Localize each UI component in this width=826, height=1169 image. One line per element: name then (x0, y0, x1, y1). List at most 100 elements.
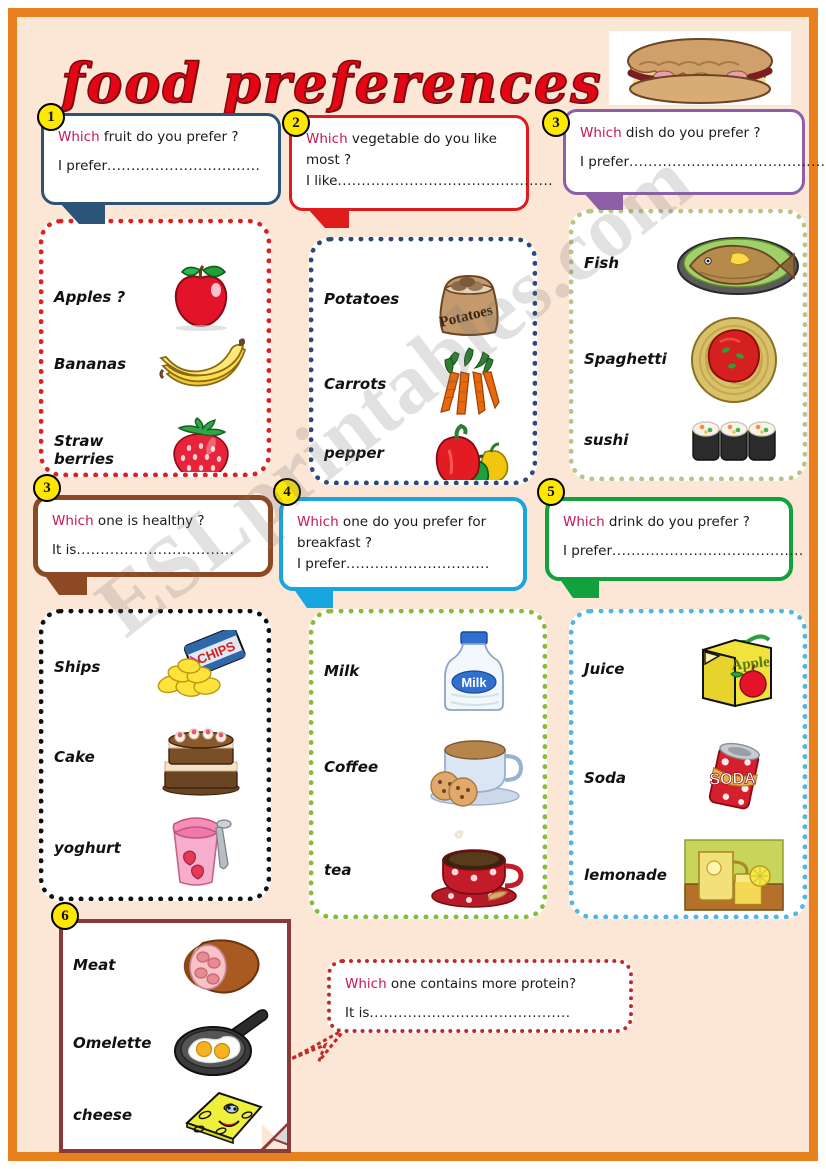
which-keyword: Which (297, 514, 339, 530)
answer-prefix: I prefer (563, 542, 613, 559)
which-keyword: Which (58, 129, 100, 145)
answer-dots: ................................. (76, 541, 235, 558)
answer-prefix: It is (52, 541, 77, 558)
item-label: Carrots (324, 375, 387, 393)
item-label: pepper (324, 444, 384, 462)
answer-prefix: I prefer (58, 157, 108, 174)
sushi-icon (676, 412, 792, 468)
fish-plate-icon (676, 226, 800, 300)
page-title: food preferences (60, 50, 603, 116)
answer-line-5[interactable]: I prefer.............................. (297, 554, 511, 575)
fried-eggs-pan-icon (165, 1007, 277, 1079)
item-label: Spaghetti (584, 350, 667, 368)
answer-line-4[interactable]: It is................................. (52, 540, 256, 561)
which-keyword: Which (52, 513, 94, 529)
badge-7: 6 (51, 902, 79, 930)
question-rest: one contains more protein? (386, 976, 577, 992)
banana-icon (146, 334, 256, 394)
badge-1: 1 (37, 103, 65, 131)
spaghetti-icon (676, 314, 792, 404)
lemonade-icon (676, 836, 792, 914)
question-rest: dish do you prefer ? (621, 125, 761, 141)
picture-card-dishes: Fish Spaghetti sushi (569, 209, 807, 481)
answer-line-6[interactable]: I prefer................................… (563, 541, 803, 562)
carrots-icon (416, 346, 522, 422)
item-label: Meat (73, 956, 116, 974)
strawberry-icon (146, 416, 256, 472)
bubble-tail-2 (307, 208, 349, 228)
answer-dots: ........................................… (369, 1004, 571, 1021)
item-label: cheese (73, 1106, 133, 1124)
bubble-tail-1 (59, 202, 105, 224)
answer-dots: ................................ (107, 157, 261, 174)
question-rest: fruit do you prefer ? (99, 129, 239, 145)
item-label: Ships (54, 658, 101, 676)
picture-card-vegetables: Potatoes Potatoes Carrots pepper (309, 237, 537, 485)
question-text-4: Which one is healthy ? (52, 511, 256, 532)
svg-text:SODA: SODA (709, 770, 756, 789)
question-rest: vegetable do you like (347, 131, 497, 147)
sandwich-clipart (609, 31, 791, 105)
question-text-5-line2: breakfast ? (297, 534, 373, 551)
which-keyword: Which (580, 125, 622, 141)
page-frame: food preferences 1 2 3 3 4 5 6 Which fru… (8, 8, 825, 1161)
picture-card-snacks: Ships CHIPS Cake yoghurt (39, 609, 271, 901)
question-text-6: Which drink do you prefer ? (563, 512, 777, 533)
answer-prefix: I prefer (297, 555, 347, 572)
badge-6: 5 (537, 478, 565, 506)
answer-dots: ........................................… (629, 153, 826, 170)
question-rest: one is healthy ? (93, 513, 205, 529)
answer-prefix: It is (345, 1004, 370, 1021)
item-label: lemonade (584, 866, 667, 884)
badge-5: 4 (273, 478, 301, 506)
item-label: Potatoes (324, 290, 400, 308)
question-text-2-line2: most ? (306, 151, 352, 168)
question-text-7: Which one contains more protein? (345, 974, 617, 995)
juice-box-icon: Apple (676, 628, 792, 710)
bubble-tail-7 (285, 1027, 345, 1062)
question-bubble-7: Which one contains more protein? It is..… (327, 959, 633, 1033)
item-label: Cake (54, 748, 95, 766)
answer-prefix: I like (306, 172, 338, 189)
answer-dots: ........................................ (612, 542, 804, 559)
item-label: Milk (324, 662, 360, 680)
item-label: sushi (584, 431, 629, 449)
answer-line-3[interactable]: I prefer................................… (580, 152, 825, 173)
coffee-cup-icon (416, 724, 532, 810)
question-bubble-3: Which dish do you prefer ? I prefer.....… (563, 109, 825, 195)
answer-line-7[interactable]: It is...................................… (345, 1003, 617, 1024)
milk-bottle-icon: Milk (416, 628, 532, 714)
question-bubble-5: Which one do you prefer for breakfast ? … (279, 497, 527, 591)
picture-card-drinks: Juice Apple Soda SODA lemonade (569, 609, 807, 919)
item-label: Juice (584, 660, 625, 678)
ham-icon (165, 933, 277, 997)
item-label: tea (324, 861, 352, 879)
question-text-5: Which one do you prefer for (297, 512, 511, 533)
page-fold-line (253, 1115, 287, 1149)
svg-text:Milk: Milk (461, 675, 487, 690)
badge-2: 2 (282, 109, 310, 137)
item-label: Soda (584, 769, 626, 787)
item-label: yoghurt (54, 839, 121, 857)
item-label: Straw berries (54, 432, 114, 468)
which-keyword: Which (345, 976, 387, 992)
answer-line-1[interactable]: I prefer................................ (58, 156, 266, 177)
item-label: Coffee (324, 758, 379, 776)
answer-prefix: I prefer (580, 153, 630, 170)
answer-dots: .............................. (346, 555, 490, 572)
item-label: Bananas (54, 355, 127, 373)
question-bubble-6: Which drink do you prefer ? I prefer....… (545, 497, 803, 581)
badge-4: 3 (33, 474, 61, 502)
which-keyword: Which (563, 514, 605, 530)
answer-line-2[interactable]: I like..................................… (306, 171, 553, 192)
picture-card-breakfast: Milk Milk Coffee tea (309, 609, 547, 919)
tea-cup-icon (416, 830, 532, 910)
question-bubble-2: Which vegetable do you like most ? I lik… (289, 115, 553, 211)
question-bubble-1: Which fruit do you prefer ? I prefer....… (41, 113, 281, 205)
answer-dots: ........................................… (337, 172, 554, 189)
peppers-icon (416, 418, 522, 480)
which-keyword: Which (306, 131, 348, 147)
cake-icon (146, 718, 256, 796)
item-label: Apples ? (54, 288, 126, 306)
item-label: Fish (584, 254, 619, 272)
